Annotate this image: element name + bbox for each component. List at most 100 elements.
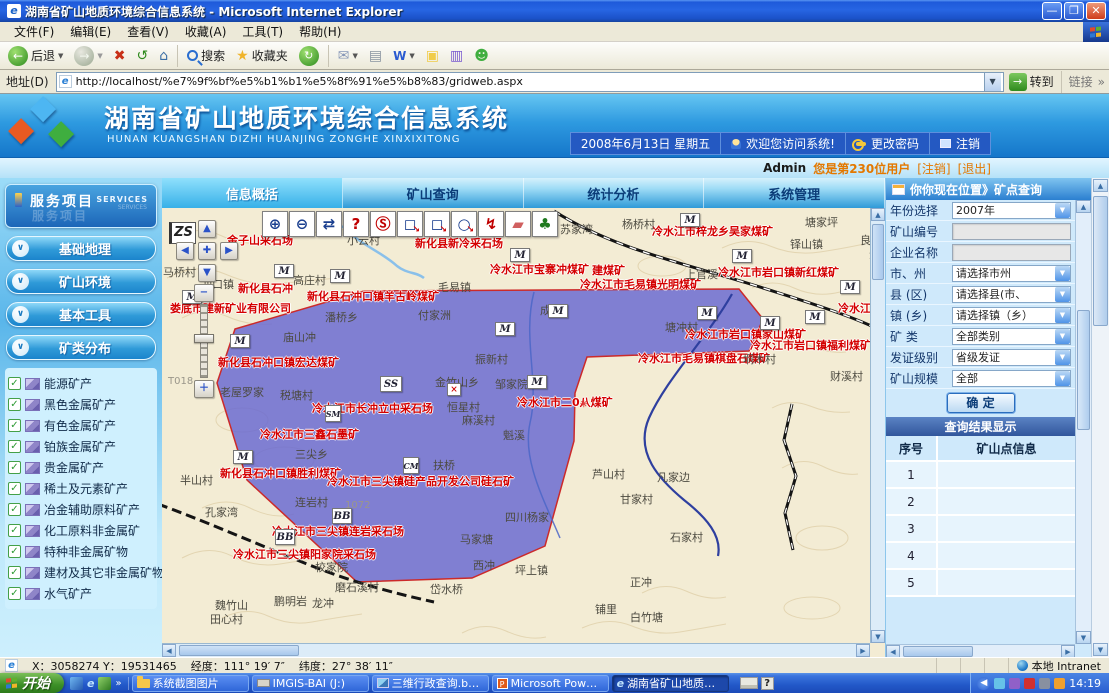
- tab-矿山查询[interactable]: 矿山查询: [343, 178, 524, 208]
- checkbox-checked-icon[interactable]: ✓: [8, 587, 21, 600]
- tray-app-icon[interactable]: [1009, 678, 1020, 689]
- tray-display-icon[interactable]: [1039, 678, 1050, 689]
- map-marker-m[interactable]: M: [233, 450, 253, 464]
- back-dropdown-icon[interactable]: ▼: [58, 52, 63, 60]
- field-select-县 (区)[interactable]: 请选择县(市、▼: [952, 286, 1071, 303]
- sidebar-section-基础地理[interactable]: ∨基础地理: [6, 236, 156, 261]
- menu-item[interactable]: 帮助(H): [291, 21, 349, 42]
- zoom-in-slider-button[interactable]: ＋: [194, 380, 214, 398]
- zoom-slider-handle[interactable]: [194, 334, 214, 343]
- chevron-down-icon[interactable]: ▼: [1055, 329, 1070, 344]
- field-select-矿山规模[interactable]: 全部▼: [952, 370, 1071, 387]
- map-marker-cm[interactable]: CM: [403, 457, 419, 474]
- sidebar-section-矿山环境[interactable]: ∨矿山环境: [6, 269, 156, 294]
- panel-vscroll-thumb[interactable]: [1077, 310, 1090, 430]
- sidebar-section-矿类分布[interactable]: ∨矿类分布: [6, 335, 156, 360]
- map-tool-button[interactable]: ?: [343, 211, 369, 237]
- checkbox-checked-icon[interactable]: ✓: [8, 398, 21, 411]
- panel-horizontal-scrollbar[interactable]: ◀ ▶: [886, 644, 1075, 657]
- ie-quicklaunch-icon[interactable]: e: [87, 677, 94, 690]
- map-marker-m[interactable]: M: [330, 269, 350, 283]
- confirm-button[interactable]: 确 定: [947, 393, 1015, 413]
- minimize-button[interactable]: —: [1042, 2, 1062, 20]
- checkbox-checked-icon[interactable]: ✓: [8, 377, 21, 390]
- map-marker-m[interactable]: M: [697, 306, 717, 320]
- map-tool-button[interactable]: Ⓢ: [370, 211, 396, 237]
- edit-word-button[interactable]: W▼: [389, 45, 419, 67]
- media-player-icon[interactable]: [98, 677, 111, 690]
- show-desktop-icon[interactable]: [70, 677, 83, 690]
- checkbox-checked-icon[interactable]: ✓: [8, 461, 21, 474]
- map-marker-sm[interactable]: SM: [325, 405, 341, 422]
- map-tool-button[interactable]: ↯: [478, 211, 504, 237]
- sidebar-section-基本工具[interactable]: ∨基本工具: [6, 302, 156, 327]
- map-marker-m[interactable]: M: [274, 264, 294, 278]
- taskbar-clock[interactable]: 14:19: [1069, 677, 1101, 690]
- address-dropdown-icon[interactable]: ▼: [984, 73, 1001, 91]
- favorites-button[interactable]: ★收藏夹: [232, 45, 292, 67]
- task-button-三维行政查询.bmp...[interactable]: 三维行政查询.bmp...: [372, 675, 489, 692]
- forward-dropdown-icon[interactable]: ▼: [97, 52, 102, 60]
- map-marker-m[interactable]: M: [840, 280, 860, 294]
- pan-center-button[interactable]: ✚: [198, 242, 216, 260]
- logout-button[interactable]: 注销: [929, 133, 990, 154]
- go-button[interactable]: →转到: [1009, 73, 1054, 91]
- task-button-系统截图图片[interactable]: 系统截图图片: [132, 675, 249, 692]
- page-vscroll-thumb[interactable]: [1093, 196, 1108, 326]
- map-marker-star[interactable]: ✳: [580, 400, 588, 410]
- field-select-市、州[interactable]: 请选择市州▼: [952, 265, 1071, 282]
- panel-hscroll-thumb[interactable]: [903, 646, 973, 657]
- chevron-down-icon[interactable]: ▼: [1055, 203, 1070, 218]
- stop-button[interactable]: ✖: [110, 45, 130, 67]
- pan-right-button[interactable]: ▶: [220, 242, 238, 260]
- chevron-down-icon[interactable]: ▼: [1055, 350, 1070, 365]
- scroll-up-icon[interactable]: ▲: [871, 208, 885, 221]
- menu-item[interactable]: 文件(F): [6, 21, 62, 42]
- tab-统计分析[interactable]: 统计分析: [524, 178, 705, 208]
- checkbox-checked-icon[interactable]: ✓: [8, 524, 21, 537]
- map-marker-m[interactable]: M: [527, 375, 547, 389]
- table-row[interactable]: 3: [886, 516, 1075, 543]
- map-tool-button[interactable]: ◻↘: [424, 211, 450, 237]
- map-tool-button[interactable]: ◻↘: [397, 211, 423, 237]
- notes-button[interactable]: ▣: [422, 45, 443, 67]
- links-label[interactable]: 链接: [1069, 73, 1093, 90]
- table-row[interactable]: 2: [886, 489, 1075, 516]
- keyboard-icon[interactable]: [740, 677, 758, 689]
- start-button[interactable]: 开始: [0, 673, 64, 693]
- print-button[interactable]: ▤: [365, 45, 386, 67]
- mail-dropdown-icon[interactable]: ▼: [352, 52, 357, 60]
- map-marker-ss[interactable]: SS: [380, 376, 402, 392]
- table-row[interactable]: 4: [886, 543, 1075, 570]
- menu-item[interactable]: 查看(V): [119, 21, 177, 42]
- exit-link[interactable]: [退出]: [958, 160, 991, 177]
- map-tool-button[interactable]: ⊕: [262, 211, 288, 237]
- checkbox-checked-icon[interactable]: ✓: [8, 482, 21, 495]
- checkbox-checked-icon[interactable]: ✓: [8, 545, 21, 558]
- task-button-IMGIS-BAI (J:)[interactable]: IMGIS-BAI (J:): [252, 675, 369, 692]
- scroll-right-icon[interactable]: ▶: [1061, 645, 1075, 658]
- logout-link[interactable]: [注销]: [917, 160, 950, 177]
- map-marker-bb[interactable]: BB: [332, 508, 352, 524]
- tab-信息概括[interactable]: 信息概括: [162, 178, 343, 208]
- map-vertical-scrollbar[interactable]: ▲ ▼: [870, 208, 885, 643]
- scroll-left-icon[interactable]: ◀: [886, 645, 900, 658]
- history-button[interactable]: ↻: [295, 44, 323, 68]
- field-select-镇 (乡)[interactable]: 请选择镇（乡）▼: [952, 307, 1071, 324]
- checkbox-checked-icon[interactable]: ✓: [8, 566, 21, 579]
- scroll-down-icon[interactable]: ▼: [1076, 631, 1091, 644]
- page-vertical-scrollbar[interactable]: ▲ ▼: [1091, 178, 1109, 657]
- field-input-企业名称[interactable]: [952, 244, 1071, 261]
- map-marker-m[interactable]: M: [760, 316, 780, 330]
- tray-security-icon[interactable]: [1024, 678, 1035, 689]
- chevron-down-icon[interactable]: ▼: [1055, 371, 1070, 386]
- home-button[interactable]: ⌂: [155, 45, 172, 67]
- map-marker-m[interactable]: M: [495, 322, 515, 336]
- edit-dropdown-icon[interactable]: ▼: [409, 52, 414, 60]
- table-row[interactable]: 5: [886, 570, 1075, 597]
- field-select-年份选择[interactable]: 2007年▼: [952, 202, 1071, 219]
- chevron-down-icon[interactable]: ▼: [1055, 287, 1070, 302]
- messenger-button[interactable]: ☻: [470, 45, 493, 67]
- tray-network-icon[interactable]: [994, 678, 1005, 689]
- scroll-down-icon[interactable]: ▼: [1093, 643, 1108, 656]
